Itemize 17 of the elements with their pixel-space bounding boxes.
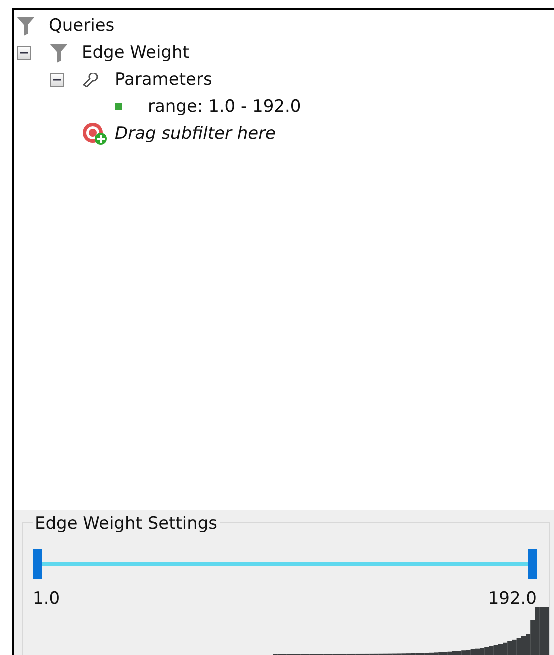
slider-handle[interactable]: [33, 549, 42, 579]
max-value: 192.0: [488, 589, 537, 609]
wrench-icon: [82, 72, 98, 86]
funnel-icon: [49, 42, 69, 64]
group-title: Edge Weight Settings: [33, 514, 220, 534]
tree-item[interactable]: Parameters: [115, 70, 212, 90]
tree-item[interactable]: Drag subfilter here: [115, 124, 276, 144]
tree-item[interactable]: range: 1.0 - 192.0: [148, 96, 302, 116]
slider-handle[interactable]: [528, 549, 537, 579]
min-value: 1.0: [33, 589, 60, 609]
collapse-toggle[interactable]: [17, 46, 31, 60]
bullet-icon: [115, 103, 122, 110]
tree-item[interactable]: Edge Weight: [82, 42, 190, 62]
tree-item[interactable]: Queries: [49, 16, 115, 36]
target-add-icon: [82, 122, 108, 146]
funnel-icon: [16, 14, 36, 36]
collapse-toggle[interactable]: [50, 72, 64, 86]
